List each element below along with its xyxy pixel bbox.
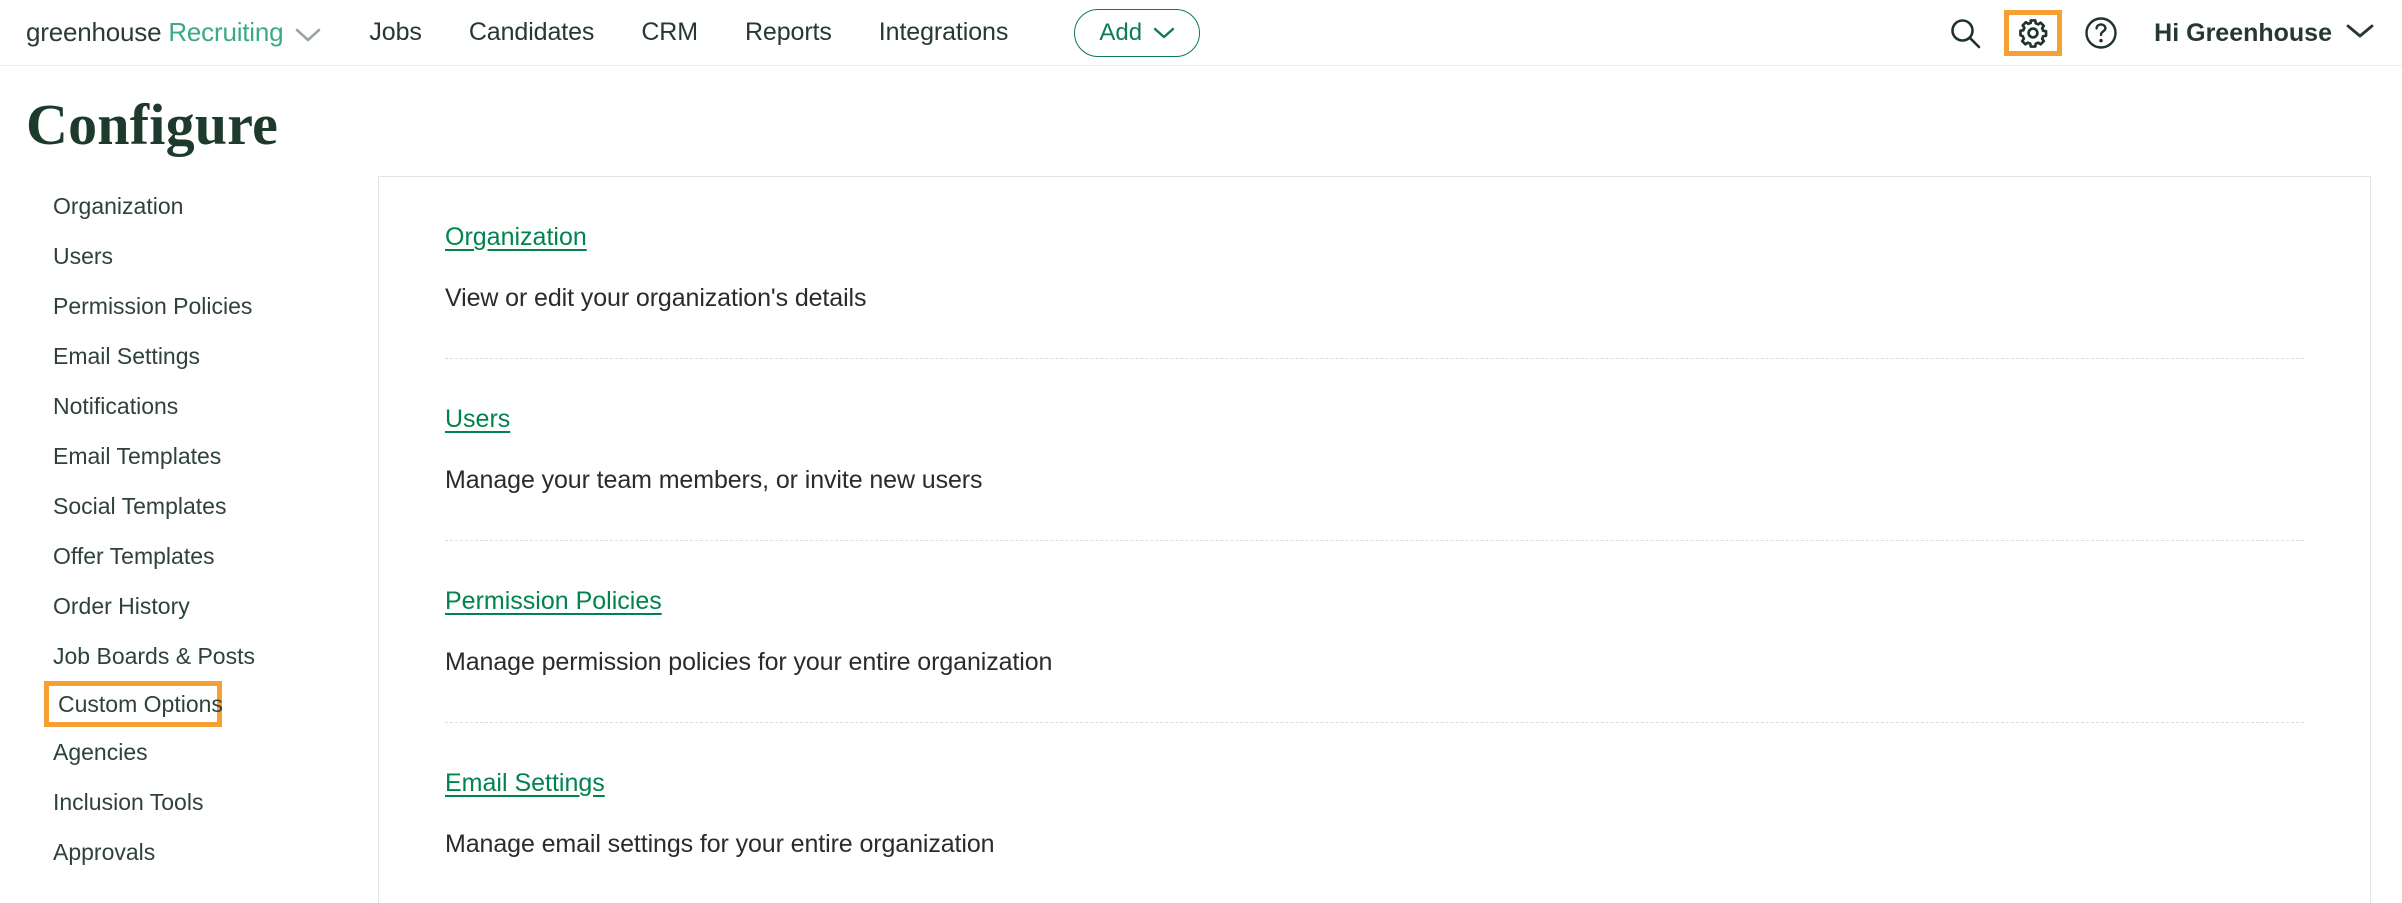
user-menu-label: Hi Greenhouse — [2154, 19, 2332, 48]
header-right-actions: Hi Greenhouse — [1936, 0, 2378, 66]
sidebar-item-offer-templates[interactable]: Offer Templates — [0, 531, 378, 581]
sidebar-item-agencies[interactable]: Agencies — [0, 727, 378, 777]
nav-item-crm[interactable]: CRM — [641, 18, 698, 47]
link-users[interactable]: Users — [445, 405, 510, 434]
description-users: Manage your team members, or invite new … — [445, 466, 2304, 495]
description-email-settings: Manage email settings for your entire or… — [445, 830, 2304, 859]
link-organization[interactable]: Organization — [445, 223, 587, 252]
nav-item-jobs[interactable]: Jobs — [369, 18, 421, 47]
description-organization: View or edit your organization's details — [445, 284, 2304, 313]
page-body: Organization Users Permission Policies E… — [0, 176, 2402, 903]
sidebar-item-inclusion-tools[interactable]: Inclusion Tools — [0, 777, 378, 827]
sidebar-item-social-templates[interactable]: Social Templates — [0, 481, 378, 531]
sidebar-item-email-templates[interactable]: Email Templates — [0, 431, 378, 481]
chevron-down-icon[interactable] — [295, 28, 321, 43]
sidebar-item-approvals[interactable]: Approvals — [0, 827, 378, 877]
brand-name-recruiting: Recruiting — [168, 17, 283, 48]
sidebar-item-custom-options[interactable]: Custom Options — [44, 681, 222, 727]
link-permission-policies[interactable]: Permission Policies — [445, 587, 662, 616]
question-circle-icon[interactable] — [2072, 4, 2130, 62]
gear-icon[interactable] — [2004, 10, 2062, 56]
section-organization: Organization View or edit your organizat… — [445, 177, 2304, 359]
link-email-settings[interactable]: Email Settings — [445, 769, 605, 798]
add-button[interactable]: Add — [1074, 9, 1200, 57]
section-email-settings: Email Settings Manage email settings for… — [445, 723, 2304, 903]
brand-logo[interactable]: greenhouse Recruiting — [26, 17, 321, 48]
chevron-down-icon — [1153, 19, 1175, 47]
chevron-down-icon — [2346, 23, 2374, 44]
description-permission-policies: Manage permission policies for your enti… — [445, 648, 2304, 677]
user-menu[interactable]: Hi Greenhouse — [2154, 19, 2374, 48]
main-navigation: Jobs Candidates CRM Reports Integrations — [369, 18, 1008, 47]
add-button-label: Add — [1099, 19, 1142, 47]
brand-name-greenhouse: greenhouse — [26, 17, 161, 48]
section-permission-policies: Permission Policies Manage permission po… — [445, 541, 2304, 723]
nav-item-candidates[interactable]: Candidates — [469, 18, 594, 47]
configure-content-panel: Organization View or edit your organizat… — [378, 176, 2371, 903]
sidebar-item-order-history[interactable]: Order History — [0, 581, 378, 631]
sidebar-item-notifications[interactable]: Notifications — [0, 381, 378, 431]
sidebar-item-organization[interactable]: Organization — [0, 181, 378, 231]
nav-item-integrations[interactable]: Integrations — [879, 18, 1008, 47]
page-title: Configure — [26, 96, 2402, 154]
section-users: Users Manage your team members, or invit… — [445, 359, 2304, 541]
top-header-bar: greenhouse Recruiting Jobs Candidates CR… — [0, 0, 2402, 66]
search-icon[interactable] — [1936, 4, 1994, 62]
sidebar-item-job-boards-and-posts[interactable]: Job Boards & Posts — [0, 631, 378, 681]
sidebar-item-email-settings[interactable]: Email Settings — [0, 331, 378, 381]
settings-sidebar: Organization Users Permission Policies E… — [0, 176, 378, 877]
nav-item-reports[interactable]: Reports — [745, 18, 832, 47]
sidebar-item-permission-policies[interactable]: Permission Policies — [0, 281, 378, 331]
sidebar-item-users[interactable]: Users — [0, 231, 378, 281]
